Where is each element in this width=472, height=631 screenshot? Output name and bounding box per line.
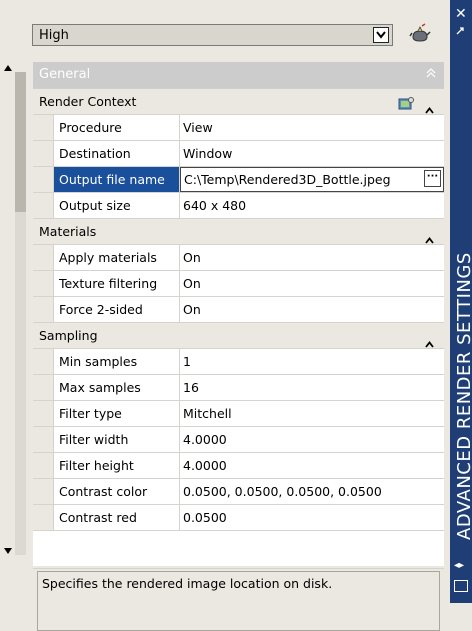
category-sampling[interactable]: Sampling [33, 323, 444, 349]
category-label: Materials [39, 224, 97, 239]
property-name: Filter height [54, 453, 180, 478]
property-value[interactable]: On [180, 271, 444, 296]
palette-title-bar[interactable]: ✕ ADVANCED RENDER SETTINGS ◂▸ [450, 0, 472, 603]
render-preset-dropdown[interactable]: High [32, 24, 393, 46]
category-render-context[interactable]: Render Context [33, 89, 444, 115]
property-value: C:\Temp\Rendered3D_Bottle.jpeg [184, 172, 391, 187]
collapse-chevron-icon[interactable] [426, 62, 436, 88]
property-value[interactable]: 1 [180, 349, 444, 374]
browse-ellipsis-button[interactable]: ··· [424, 170, 441, 187]
category-label: Render Context [39, 94, 137, 109]
category-label: Sampling [39, 328, 98, 343]
auto-hide-icon[interactable] [455, 24, 465, 35]
property-value[interactable]: Mitchell [180, 401, 444, 426]
property-value[interactable]: 4.0000 [180, 453, 444, 478]
vertical-scrollbar[interactable] [0, 62, 30, 567]
section-header-label: General [39, 67, 91, 82]
property-value[interactable]: 4.0000 [180, 427, 444, 452]
property-row-destination[interactable]: Destination Window [33, 141, 444, 167]
render-button[interactable] [407, 21, 433, 47]
property-value[interactable]: 0.0500, 0.0500, 0.0500, 0.0500 [180, 479, 444, 504]
property-name: Contrast red [54, 505, 180, 530]
property-row-filter-width[interactable]: Filter width 4.0000 [33, 427, 444, 453]
chevron-down-icon[interactable] [373, 27, 389, 43]
property-value[interactable]: 640 x 480 [180, 193, 444, 218]
property-value[interactable]: 0.0500 [180, 505, 444, 530]
scroll-up-icon[interactable] [2, 62, 14, 74]
property-row-output-size[interactable]: Output size 640 x 480 [33, 193, 444, 219]
property-row-output-file-name[interactable]: Output file name C:\Temp\Rendered3D_Bott… [33, 167, 444, 193]
property-row-min-samples[interactable]: Min samples 1 [33, 349, 444, 375]
property-name: Output file name [54, 167, 180, 192]
property-row-texture-filtering[interactable]: Texture filtering On [33, 271, 444, 297]
property-value[interactable]: View [180, 115, 444, 140]
resize-arrows-icon[interactable]: ◂▸ [454, 560, 464, 571]
output-file-name-field[interactable]: C:\Temp\Rendered3D_Bottle.jpeg ··· [180, 167, 444, 192]
property-name: Apply materials [54, 245, 180, 270]
render-context-icon[interactable] [398, 94, 414, 110]
property-name: Filter type [54, 401, 180, 426]
scroll-down-icon[interactable] [2, 545, 14, 557]
property-row-filter-height[interactable]: Filter height 4.0000 [33, 453, 444, 479]
property-name: Contrast color [54, 479, 180, 504]
property-row-contrast-red[interactable]: Contrast red 0.0500 [33, 505, 444, 531]
property-row-filter-type[interactable]: Filter type Mitchell [33, 401, 444, 427]
description-panel: Specifies the rendered image location on… [33, 568, 444, 631]
property-value[interactable]: 16 [180, 375, 444, 400]
properties-menu-icon[interactable] [454, 580, 468, 592]
scrollbar-thumb[interactable] [15, 72, 26, 212]
property-grid: General Render Context Procedure View De… [33, 62, 444, 566]
property-name: Filter width [54, 427, 180, 452]
close-icon[interactable]: ✕ [455, 6, 467, 22]
property-name: Min samples [54, 349, 180, 374]
teapot-render-icon [409, 23, 431, 42]
property-row-force-2-sided[interactable]: Force 2-sided On [33, 297, 444, 323]
category-materials[interactable]: Materials [33, 219, 444, 245]
property-value[interactable]: Window [180, 141, 444, 166]
toolbar: High [0, 0, 448, 56]
property-name: Output size [54, 193, 180, 218]
render-preset-value: High [39, 28, 69, 43]
property-name: Texture filtering [54, 271, 180, 296]
property-row-contrast-color[interactable]: Contrast color 0.0500, 0.0500, 0.0500, 0… [33, 479, 444, 505]
palette-title: ADVANCED RENDER SETTINGS [454, 252, 472, 540]
description-text: Specifies the rendered image location on… [37, 571, 440, 631]
property-name: Destination [54, 141, 180, 166]
property-value[interactable]: On [180, 297, 444, 322]
section-header-general[interactable]: General [33, 62, 444, 89]
property-row-procedure[interactable]: Procedure View [33, 115, 444, 141]
property-row-apply-materials[interactable]: Apply materials On [33, 245, 444, 271]
property-name: Procedure [54, 115, 180, 140]
property-name: Force 2-sided [54, 297, 180, 322]
property-row-max-samples[interactable]: Max samples 16 [33, 375, 444, 401]
property-value[interactable]: On [180, 245, 444, 270]
property-name: Max samples [54, 375, 180, 400]
